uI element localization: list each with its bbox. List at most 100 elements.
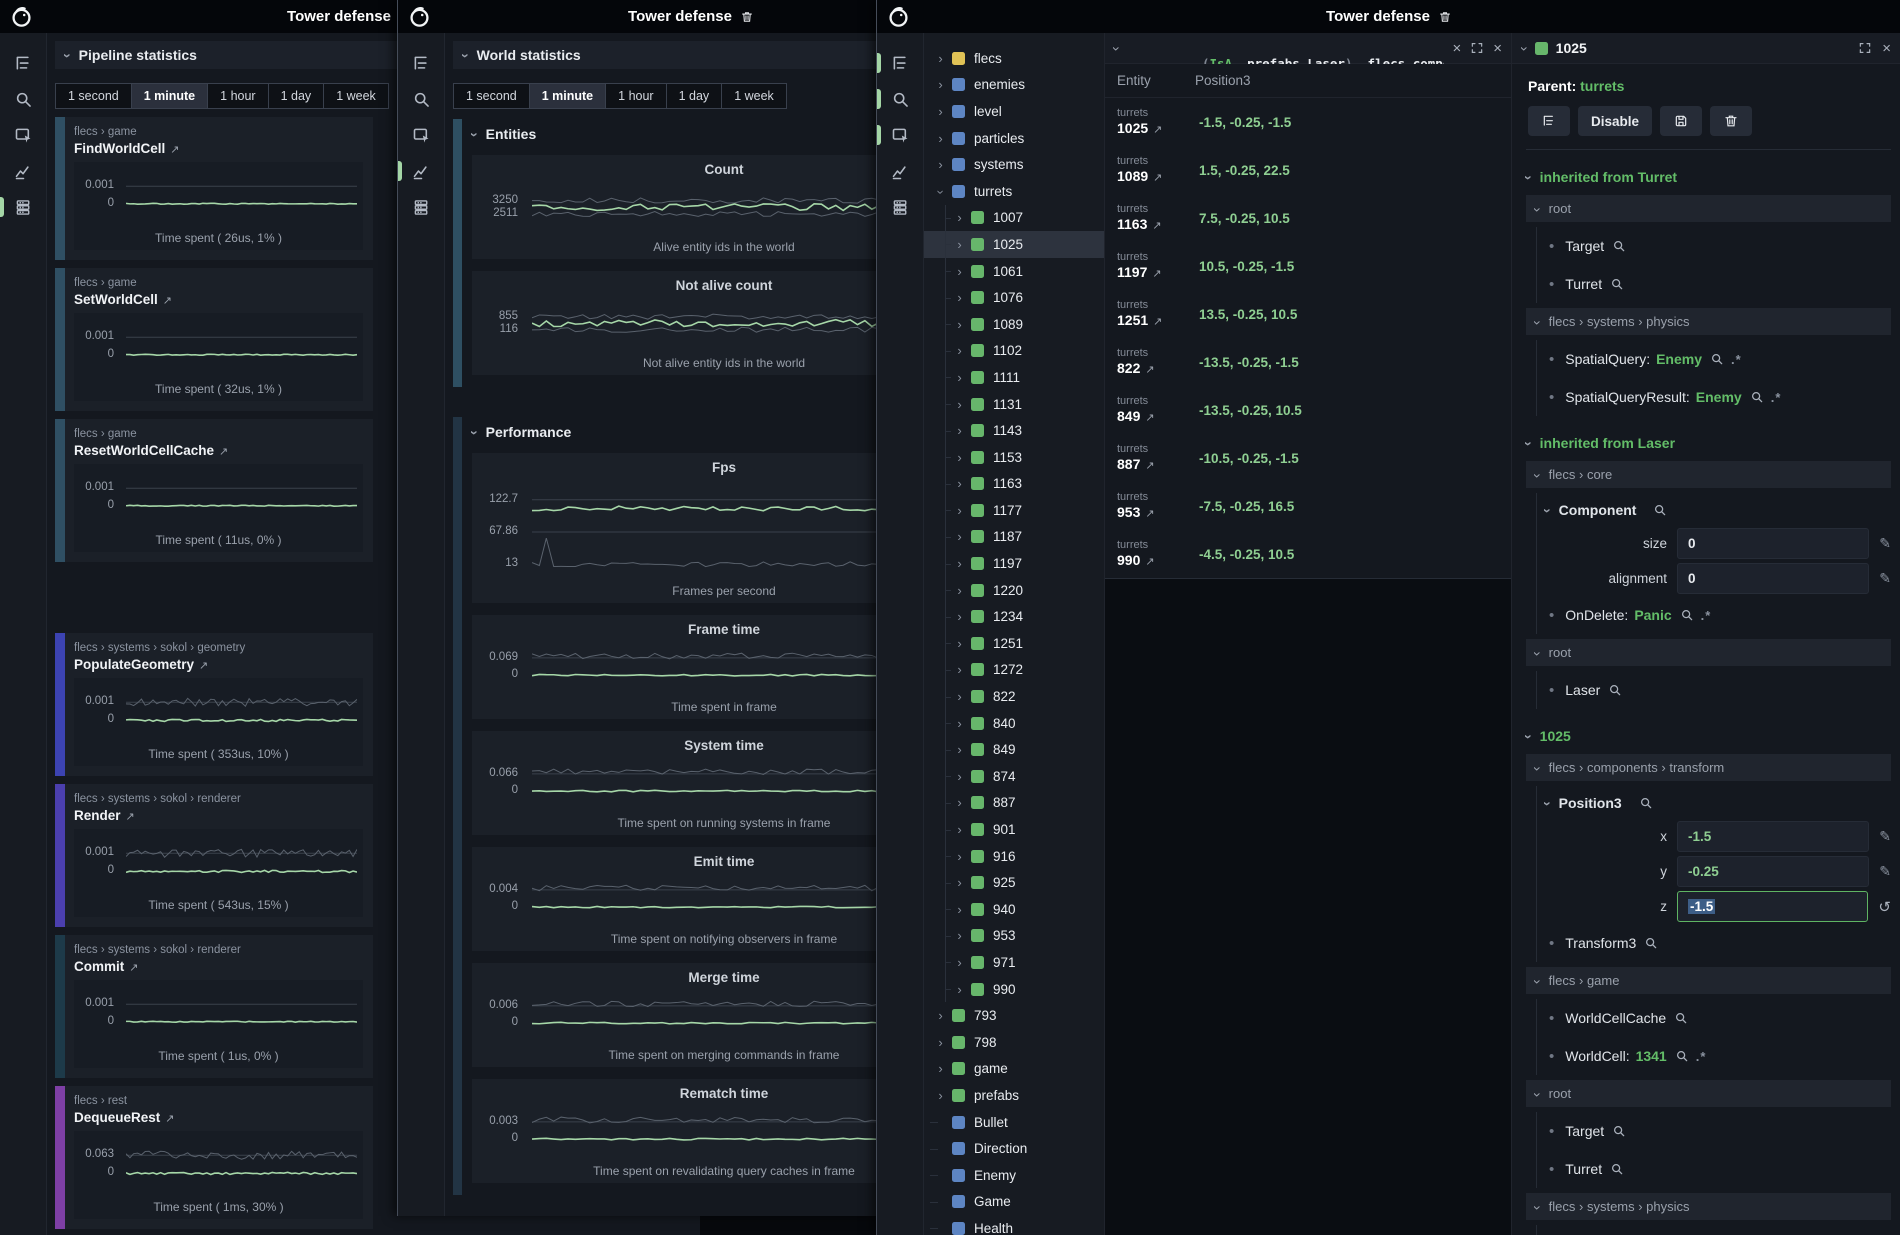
tree-item[interactable]: › enemies	[924, 72, 1104, 99]
expand-arrow-icon[interactable]: ›	[934, 1036, 947, 1049]
expand-arrow-icon[interactable]: ›	[953, 663, 966, 676]
tree-item[interactable]: › level	[924, 98, 1104, 125]
search-icon[interactable]	[1610, 1162, 1624, 1176]
inspector-row[interactable]: › • alignment 0 .* alignment 0 ✎ ↺	[1526, 561, 1891, 596]
sidebar-icon[interactable]	[877, 81, 923, 117]
tree-item[interactable]: › 1251	[924, 630, 1104, 657]
tree-item[interactable]: › 822	[924, 683, 1104, 710]
tree-item[interactable]: › Direction	[924, 1135, 1104, 1162]
undo-icon[interactable]: ↺	[1878, 898, 1891, 916]
tree-item[interactable]: › prefabs	[924, 1082, 1104, 1109]
tree-item[interactable]: › Game	[924, 1189, 1104, 1216]
expand-arrow-icon[interactable]: ›	[953, 956, 966, 969]
expand-icon[interactable]	[1858, 41, 1872, 55]
search-icon[interactable]	[1680, 608, 1694, 622]
inspector-row[interactable]: › • 1025 .* 1025 ✎ ↺	[1526, 722, 1891, 749]
sidebar-icon[interactable]	[877, 153, 923, 189]
tree-item[interactable]: › 1089	[924, 311, 1104, 338]
external-link-icon[interactable]: ↗	[1152, 268, 1161, 280]
time-range-tab[interactable]: 1 week	[323, 83, 389, 109]
system-name[interactable]: DequeueRest↗	[74, 1110, 363, 1125]
tree-item[interactable]: › turrets	[924, 178, 1104, 205]
expand-arrow-icon[interactable]: ›	[953, 238, 966, 251]
sidebar-icon[interactable]	[398, 81, 444, 117]
tree-item[interactable]: › 971	[924, 949, 1104, 976]
external-link-icon[interactable]: ↗	[199, 660, 208, 672]
sidebar-icon[interactable]	[398, 189, 444, 225]
entity-id[interactable]: 1089↗	[1117, 168, 1195, 185]
expand-arrow-icon[interactable]: ›	[953, 796, 966, 809]
expand-arrow-icon[interactable]: ›	[953, 530, 966, 543]
expand-arrow-icon[interactable]: ›	[934, 1089, 947, 1102]
expand-arrow-icon[interactable]: ›	[953, 876, 966, 889]
tree-item[interactable]: › 1061	[924, 258, 1104, 285]
time-range-tab[interactable]: 1 minute	[529, 83, 606, 109]
expand-arrow-icon[interactable]: ›	[953, 770, 966, 783]
search-icon[interactable]	[1674, 1011, 1688, 1025]
expand-arrow-icon[interactable]: ›	[953, 717, 966, 730]
tree-item[interactable]: › 874	[924, 763, 1104, 790]
inspector-row[interactable]: › • SpatialQuery: Enemy .* SpatialQuery:…	[1526, 340, 1891, 378]
entity-id[interactable]: 1025↗	[1117, 120, 1195, 137]
expand-arrow-icon[interactable]: ›	[934, 1009, 947, 1022]
external-link-icon[interactable]: ↗	[1153, 316, 1162, 328]
expand-arrow-icon[interactable]: ›	[934, 1062, 947, 1075]
row-value-link[interactable]: Enemy	[1696, 389, 1742, 405]
edit-pencil-icon[interactable]: ✎	[1879, 535, 1891, 552]
search-icon[interactable]	[1653, 503, 1667, 517]
inspector-row[interactable]: › • Position3 .* Position3 ✎ ↺	[1526, 786, 1891, 819]
time-range-tab[interactable]: 1 hour	[605, 83, 666, 109]
sidebar-icon[interactable]	[0, 153, 46, 189]
entity-id[interactable]: 822↗	[1117, 360, 1195, 377]
chevron-down-icon[interactable]: ›	[1531, 766, 1545, 771]
titlebar[interactable]: Tower defense	[877, 0, 1900, 34]
tree-item[interactable]: › 1272	[924, 657, 1104, 684]
external-link-icon[interactable]: ↗	[219, 446, 228, 458]
time-range-tab[interactable]: 1 hour	[207, 83, 268, 109]
inspector-row[interactable]: › • WorldCell: 1341 .* WorldCell: 1341 ✎…	[1526, 1037, 1891, 1075]
inspector-row[interactable]: › • x -1.5 .* x -1.5 ✎ ↺	[1526, 819, 1891, 854]
table-row[interactable]: turrets 1251↗ 13.5, -0.25, 10.5	[1105, 290, 1511, 338]
tree-item[interactable]: › 849	[924, 736, 1104, 763]
search-icon[interactable]	[1612, 1124, 1626, 1138]
delete-button[interactable]	[1710, 106, 1752, 136]
expand-arrow-icon[interactable]: ›	[934, 78, 947, 91]
inspector-row[interactable]: › • flecs › systems › physics .* flecs ›…	[1526, 308, 1891, 335]
expand-arrow-icon[interactable]: ›	[934, 132, 947, 145]
external-link-icon[interactable]: ↗	[126, 811, 135, 823]
expand-arrow-icon[interactable]: ›	[953, 690, 966, 703]
search-icon[interactable]	[1608, 683, 1622, 697]
disable-button[interactable]: Disable	[1578, 106, 1652, 136]
save-button[interactable]	[1660, 106, 1702, 136]
tree-item[interactable]: › 990	[924, 976, 1104, 1003]
inspector-row[interactable]: › • root .* root ✎ ↺	[1526, 195, 1891, 222]
entity-id[interactable]: 953↗	[1117, 504, 1195, 521]
system-name[interactable]: PopulateGeometry↗	[74, 657, 363, 672]
sidebar-icon[interactable]	[398, 45, 444, 81]
expand-arrow-icon[interactable]: ›	[953, 504, 966, 517]
external-link-icon[interactable]: ↗	[1145, 556, 1154, 568]
expand-arrow-icon[interactable]: ›	[953, 424, 966, 437]
table-row[interactable]: turrets 990↗ -4.5, -0.25, 10.5	[1105, 530, 1511, 578]
external-link-icon[interactable]: ↗	[163, 295, 172, 307]
tree-item[interactable]: › game	[924, 1056, 1104, 1083]
inspector-row[interactable]: › • flecs › core .* flecs › core ✎ ↺	[1526, 461, 1891, 488]
chevron-down-icon[interactable]: ›	[1531, 1205, 1545, 1210]
inspector-row[interactable]: › • Turret .* Turret ✎ ↺	[1526, 265, 1891, 303]
sidebar-icon[interactable]	[0, 81, 46, 117]
sidebar-icon[interactable]	[877, 45, 923, 81]
tree-item[interactable]: › 901	[924, 816, 1104, 843]
tree-item[interactable]: › 887	[924, 790, 1104, 817]
inspector-row[interactable]: › • Target .* Target ✎ ↺	[1526, 227, 1891, 265]
external-link-icon[interactable]: ↗	[170, 144, 179, 156]
inspector-row[interactable]: › • OnDelete: Panic .* OnDelete: Panic ✎…	[1526, 596, 1891, 634]
expand-arrow-icon[interactable]: ›	[953, 291, 966, 304]
external-link-icon[interactable]: ↗	[1145, 460, 1154, 472]
tree-item[interactable]: › 1220	[924, 577, 1104, 604]
expand-icon[interactable]	[1470, 41, 1484, 55]
tree-item[interactable]: › 953	[924, 923, 1104, 950]
tree-item[interactable]: › 840	[924, 710, 1104, 737]
inspector-row[interactable]: › • inherited from Turret .* inherited f…	[1526, 163, 1891, 190]
external-link-icon[interactable]: ↗	[1145, 508, 1154, 520]
inspector-row[interactable]: › • flecs › game .* flecs › game ✎ ↺	[1526, 967, 1891, 994]
